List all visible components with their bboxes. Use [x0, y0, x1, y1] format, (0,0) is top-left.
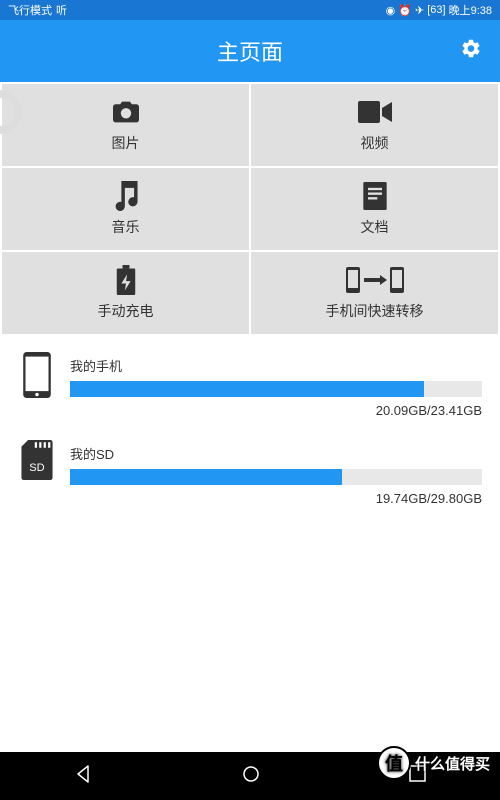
watermark-badge: 值	[377, 746, 411, 780]
page-title: 主页面	[217, 35, 283, 67]
sd-card-icon: SD	[18, 440, 56, 486]
phone-progress-fill	[70, 381, 424, 397]
flight-mode-label: 飞行模式	[8, 2, 52, 18]
sd-storage-label: 我的SD	[70, 444, 482, 463]
sd-progress-fill	[70, 469, 342, 485]
phone-storage-row[interactable]: 我的手机 20.09GB/23.41GB	[18, 356, 482, 418]
video-icon	[358, 97, 392, 127]
status-bar: 飞行模式 听 ◉ ⏰ ✈ [63] 晚上9:38	[0, 0, 500, 20]
battery-indicator: [63]	[427, 4, 445, 16]
phone-icon	[18, 352, 56, 398]
main-content: 图片 视频 音乐 文档 手动充电 手机间快速转移 我的手机	[0, 82, 500, 752]
transfer-tile[interactable]: 手机间快速转移	[251, 252, 498, 334]
charge-label: 手动充电	[98, 301, 154, 321]
document-icon	[363, 181, 387, 211]
home-button[interactable]	[242, 765, 260, 788]
category-grid: 图片 视频 音乐 文档 手动充电 手机间快速转移	[0, 82, 500, 336]
transfer-label: 手机间快速转移	[326, 301, 424, 321]
camera-icon	[110, 97, 142, 127]
doc-label: 文档	[361, 217, 389, 237]
eye-icon: ◉	[386, 4, 396, 17]
clock: 晚上9:38	[449, 2, 492, 18]
airplane-icon: ✈	[415, 4, 424, 17]
video-label: 视频	[361, 133, 389, 153]
svg-text:SD: SD	[29, 462, 44, 474]
music-label: 音乐	[112, 217, 140, 237]
listen-indicator: 听	[56, 2, 67, 18]
doc-tile[interactable]: 文档	[251, 168, 498, 250]
gear-icon	[460, 38, 482, 60]
phone-transfer-icon	[346, 265, 404, 295]
music-tile[interactable]: 音乐	[2, 168, 249, 250]
app-bar: 主页面	[0, 20, 500, 82]
photo-tile[interactable]: 图片	[2, 84, 249, 166]
alarm-icon: ⏰	[398, 4, 412, 17]
watermark: 值 什么值得买	[377, 746, 490, 780]
sd-progress-bar	[70, 469, 482, 485]
sd-storage-text: 19.74GB/29.80GB	[70, 491, 482, 506]
settings-button[interactable]	[460, 38, 482, 65]
back-button[interactable]	[74, 764, 94, 789]
storage-section: 我的手机 20.09GB/23.41GB SD 我的SD 19.74GB/29.…	[0, 336, 500, 506]
phone-storage-label: 我的手机	[70, 356, 482, 375]
music-icon	[112, 181, 140, 211]
phone-storage-text: 20.09GB/23.41GB	[70, 403, 482, 418]
watermark-text: 什么值得买	[415, 753, 490, 774]
photo-label: 图片	[112, 133, 140, 153]
sd-storage-row[interactable]: SD 我的SD 19.74GB/29.80GB	[18, 444, 482, 506]
charge-tile[interactable]: 手动充电	[2, 252, 249, 334]
video-tile[interactable]: 视频	[251, 84, 498, 166]
battery-charge-icon	[116, 265, 136, 295]
phone-progress-bar	[70, 381, 482, 397]
